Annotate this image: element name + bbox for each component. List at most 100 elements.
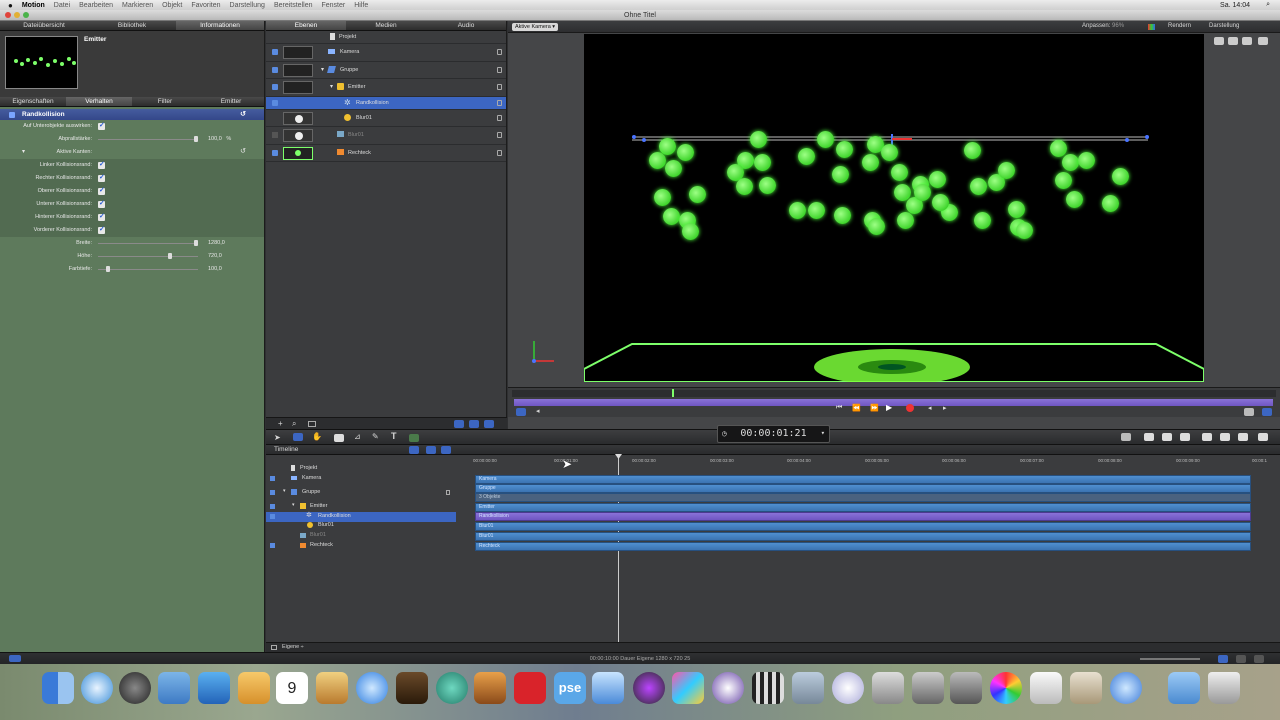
finder-icon[interactable]: [42, 672, 74, 704]
applications-folder-icon[interactable]: [1168, 672, 1200, 704]
depth-slider-knob[interactable]: [106, 266, 110, 272]
layer-enable-checkbox[interactable]: [272, 49, 278, 55]
rotate-tool-icon[interactable]: [293, 433, 303, 441]
layer-row-blur01-source[interactable]: Blur01: [266, 127, 506, 145]
disclosure-triangle-icon[interactable]: ▾: [283, 488, 286, 494]
mini-timeline[interactable]: ◂: [508, 387, 1280, 417]
add-layer-icon[interactable]: +: [278, 419, 283, 428]
track-bar-emitter[interactable]: Emitter: [475, 503, 1251, 512]
timeline-row-rechteck[interactable]: Rechteck: [266, 541, 456, 551]
timeline-row-gruppe[interactable]: ▾ Gruppe: [266, 488, 456, 498]
canvas-viewport[interactable]: [584, 34, 1204, 382]
behavior-icon[interactable]: [1220, 433, 1230, 441]
affect-subobjects-checkbox[interactable]: [98, 121, 105, 130]
search-icon[interactable]: ⌕: [292, 419, 296, 429]
tab-verhalten[interactable]: Verhalten: [66, 97, 132, 106]
timecode-menu-icon[interactable]: ▾: [821, 426, 825, 441]
view-menu[interactable]: Darstellung: [1209, 23, 1239, 29]
lock-icon[interactable]: [497, 84, 502, 90]
param-active-edges[interactable]: ▾ Aktive Kanten: ↺: [0, 146, 264, 159]
light-add-icon[interactable]: [1162, 433, 1172, 441]
script-editor-icon[interactable]: [872, 672, 904, 704]
menu-datei[interactable]: Datei: [54, 2, 70, 9]
lock-icon[interactable]: [497, 149, 502, 156]
mini-timeline-back-icon[interactable]: ◂: [536, 407, 540, 415]
tab-informationen[interactable]: Informationen: [176, 21, 264, 30]
utilities-icon[interactable]: [912, 672, 944, 704]
edge-back-checkbox[interactable]: [98, 212, 105, 221]
motion-icon[interactable]: [712, 672, 744, 704]
timeline-view-1-icon[interactable]: [409, 446, 419, 454]
facetime-icon[interactable]: [198, 672, 230, 704]
track-bar-objects[interactable]: 3 Objekte: [475, 493, 1251, 502]
layer-options-icon[interactable]: [308, 421, 316, 427]
tab-medien[interactable]: Medien: [346, 21, 426, 30]
fit-menu[interactable]: Anpassen: 96%: [1082, 23, 1124, 29]
timeline-row-blur01-child[interactable]: Blur01: [266, 521, 456, 531]
status-left-icon[interactable]: [9, 655, 21, 662]
mini-timeline-mode-icon[interactable]: [516, 408, 526, 416]
menu-hilfe[interactable]: Hilfe: [354, 2, 368, 9]
tab-dateiuebersicht[interactable]: Dateiübersicht: [0, 21, 88, 30]
layer-enable-checkbox[interactable]: [272, 99, 278, 106]
layer-row-rechteck[interactable]: Rechteck: [266, 145, 506, 162]
shape-tool-icon[interactable]: [334, 434, 344, 442]
mask-shape-icon[interactable]: [409, 434, 419, 442]
depth-value[interactable]: 100,0: [208, 266, 222, 272]
camera-menu[interactable]: Aktive Kamera ▾: [512, 23, 559, 31]
export-icon[interactable]: [1258, 433, 1268, 441]
mute-button[interactable]: ◂: [928, 404, 932, 412]
menu-bereitstellen[interactable]: Bereitstellen: [274, 2, 313, 9]
apple-menu-icon[interactable]: ●: [8, 1, 13, 10]
pen-tool-icon[interactable]: ✎: [372, 432, 379, 441]
notes-icon[interactable]: [238, 672, 270, 704]
garageband-icon[interactable]: [474, 672, 506, 704]
depth-slider[interactable]: [98, 266, 198, 272]
disclosure-triangle-icon[interactable]: ▾: [22, 148, 25, 155]
menu-darstellung[interactable]: Darstellung: [230, 2, 265, 9]
safari-icon[interactable]: [81, 672, 113, 704]
track-enable-checkbox[interactable]: [270, 543, 275, 548]
dvd-player-icon[interactable]: [832, 672, 864, 704]
hand-tool-icon[interactable]: ✋: [312, 432, 322, 441]
width-slider-knob[interactable]: [194, 240, 198, 246]
timeline-row-projekt[interactable]: Projekt: [266, 464, 456, 474]
loop-button[interactable]: ▸: [943, 404, 947, 412]
timeline-row-blur01-source[interactable]: Blur01: [266, 531, 456, 541]
menu-motion[interactable]: Motion: [22, 2, 45, 9]
overlay-icon[interactable]: [1242, 37, 1252, 45]
track-enable-checkbox[interactable]: [270, 504, 275, 509]
photoshop-elements-icon[interactable]: pse: [554, 672, 586, 704]
transform-icon[interactable]: [1228, 37, 1238, 45]
edge-top-checkbox[interactable]: [98, 186, 105, 195]
mini-timeline-playhead[interactable]: [672, 389, 675, 397]
layer-enable-checkbox[interactable]: [272, 66, 278, 73]
width-slider[interactable]: [98, 240, 198, 246]
height-slider[interactable]: [98, 253, 198, 259]
zoom-slider[interactable]: [1140, 658, 1200, 660]
menu-markieren[interactable]: Markieren: [122, 2, 153, 9]
bounce-value[interactable]: 100,0 %: [208, 136, 231, 142]
time-machine-icon[interactable]: [436, 672, 468, 704]
keynote-icon[interactable]: [514, 672, 546, 704]
play-button[interactable]: ▶: [886, 403, 892, 412]
track-bar-randkollision[interactable]: Randkollision: [475, 512, 1251, 521]
disclosure-triangle-icon[interactable]: ▾: [321, 66, 324, 73]
photo-booth-icon[interactable]: [316, 672, 348, 704]
track-bar-blur01-source[interactable]: Blur01: [475, 532, 1251, 541]
next-frame-button[interactable]: ⏩: [870, 404, 879, 412]
archive-utility-icon[interactable]: [792, 672, 824, 704]
photo-app-icon[interactable]: [1030, 672, 1062, 704]
layer-enable-checkbox[interactable]: [272, 84, 278, 90]
lock-icon[interactable]: [497, 114, 502, 121]
tab-ebenen[interactable]: Ebenen: [266, 21, 346, 30]
keyframe-view-icon[interactable]: [1236, 655, 1246, 663]
timeline-row-kamera[interactable]: Kamera: [266, 474, 456, 484]
timecode-display[interactable]: ◷ 00:00:01:21 ▾: [717, 425, 830, 443]
tab-emitter[interactable]: Emitter: [198, 97, 264, 106]
launchpad-icon[interactable]: [119, 672, 151, 704]
automator-icon[interactable]: [950, 672, 982, 704]
color-sync-icon[interactable]: [990, 672, 1022, 704]
disclosure-triangle-icon[interactable]: ▾: [330, 83, 333, 90]
audio-view-icon[interactable]: [1218, 655, 1228, 663]
